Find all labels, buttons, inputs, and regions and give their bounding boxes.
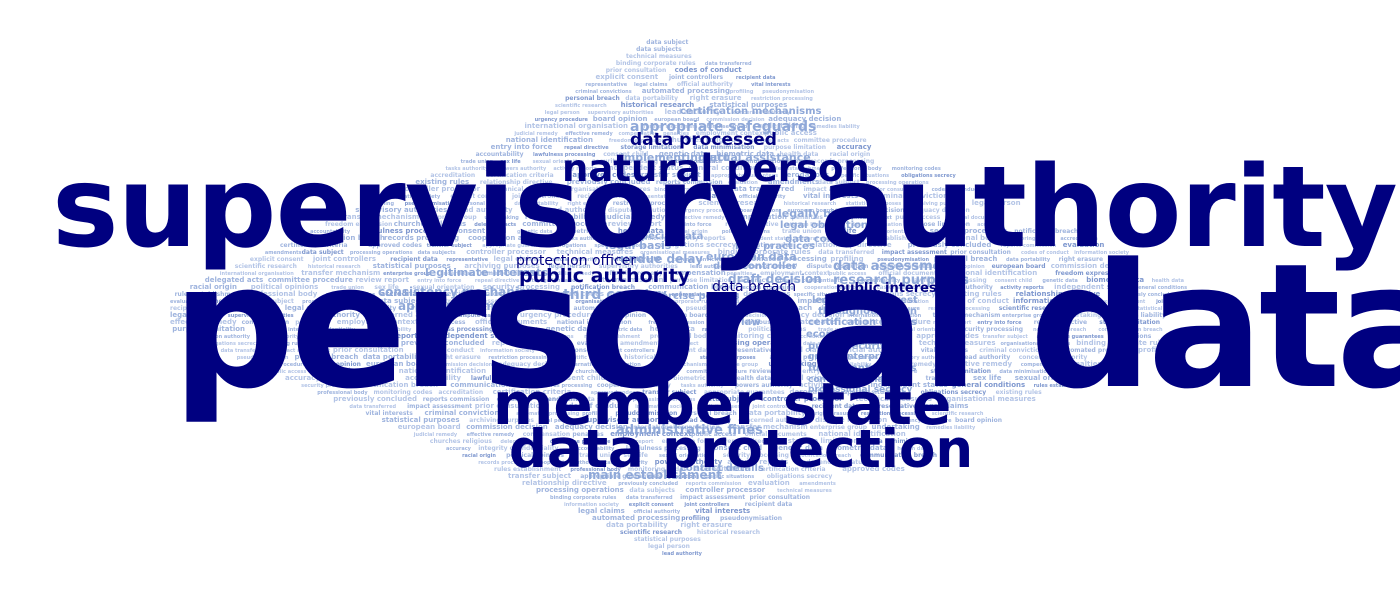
filler-word: right erasure bbox=[680, 521, 732, 529]
filler-word: vital interests bbox=[695, 507, 750, 515]
filler-word: historical research bbox=[697, 529, 760, 536]
filler-word: data subjects bbox=[636, 46, 682, 53]
filler-word: data transferred bbox=[626, 495, 673, 501]
filler-word: technical measures bbox=[626, 53, 692, 60]
filler-word: legal person bbox=[648, 543, 690, 550]
filler-word: remedies liability bbox=[811, 124, 861, 130]
filler-word: lead authority bbox=[662, 551, 703, 557]
filler-word: representative bbox=[585, 82, 627, 88]
filler-word: explicit consent bbox=[629, 502, 674, 508]
filler-word: codes of conduct bbox=[675, 66, 743, 74]
filler-word: prior consultation bbox=[750, 494, 811, 501]
filler-word: vital interests bbox=[751, 82, 790, 88]
filler-word: controller processor bbox=[685, 486, 765, 494]
filler-word: processing operations bbox=[536, 486, 624, 494]
filler-word: scientific research bbox=[555, 103, 607, 109]
filler-word: data subjects bbox=[629, 487, 675, 494]
filler-word: accuracy bbox=[446, 446, 472, 452]
filler-word: statistical purposes bbox=[634, 536, 701, 543]
filler-word: racial origin bbox=[462, 453, 496, 459]
filler-word: data subject bbox=[646, 39, 688, 46]
filler-word: pseudonymisation bbox=[762, 89, 814, 95]
filler-word: data portability bbox=[606, 521, 668, 529]
filler-word: amendments bbox=[799, 481, 836, 487]
filler-word: personal breach bbox=[565, 95, 620, 102]
filler-word: joint controllers bbox=[668, 74, 724, 81]
word-cloud: data subject data subjects technical measu… bbox=[0, 0, 1400, 597]
filler-word: recipient data bbox=[745, 501, 793, 508]
filler-word: impact assessment bbox=[680, 494, 745, 501]
filler-word: legal person bbox=[545, 110, 580, 116]
word-data-protection: data protection bbox=[509, 419, 974, 480]
filler-word: scientific research bbox=[620, 529, 682, 536]
filler-word: binding corporate rules bbox=[550, 495, 616, 501]
word-certification-mechanisms: certification mechanisms bbox=[680, 106, 822, 117]
filler-word: explicit consent bbox=[596, 73, 659, 81]
filler-word: churches religious bbox=[430, 438, 493, 445]
filler-word: international organisation bbox=[525, 122, 629, 130]
filler-word: recipient data bbox=[736, 75, 776, 81]
